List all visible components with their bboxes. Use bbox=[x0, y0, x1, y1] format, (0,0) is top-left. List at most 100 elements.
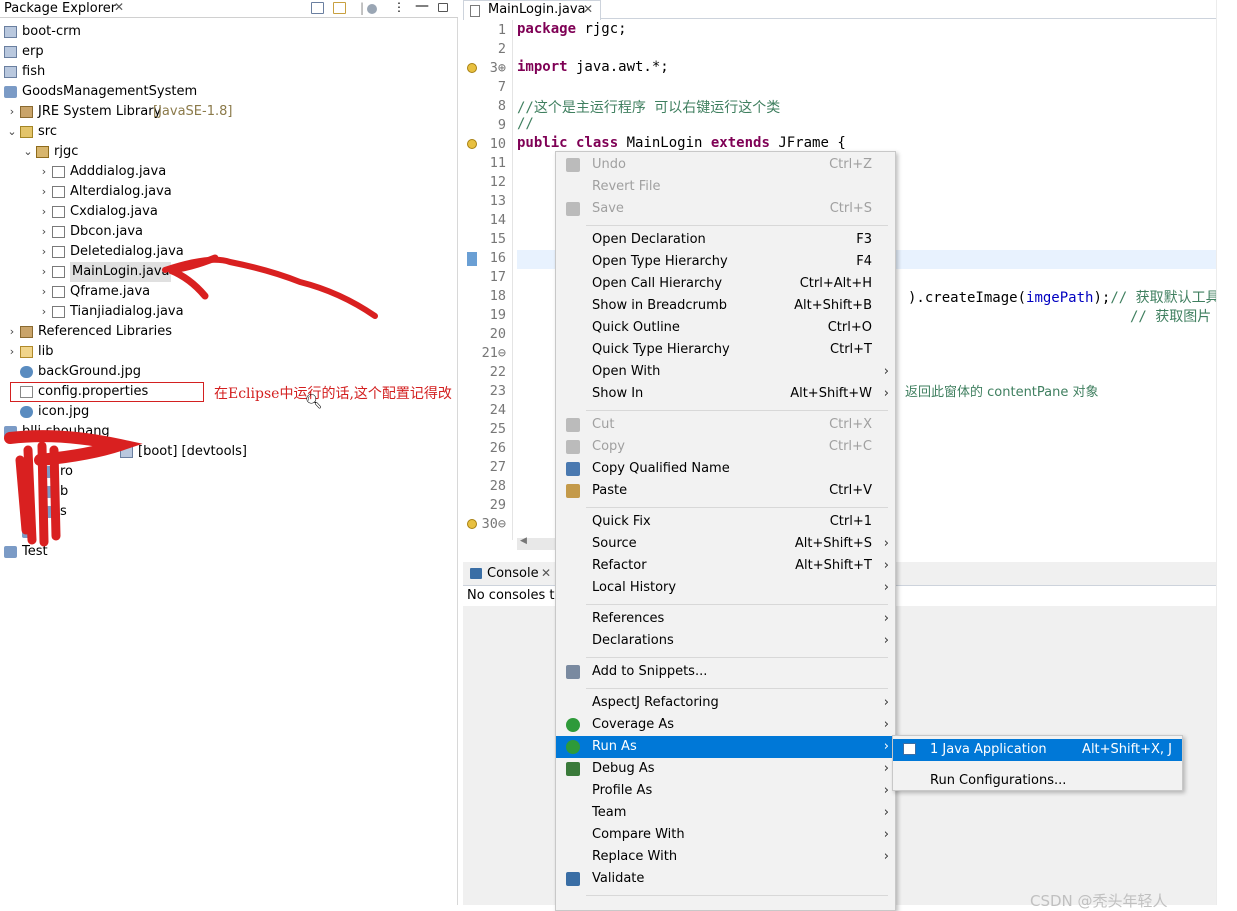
menu-item-copy-qualified-name[interactable]: Copy Qualified Name bbox=[556, 458, 895, 480]
menu-item-show-in-breadcrumb[interactable]: Show in Breadcrumb Alt+Shift+B bbox=[556, 295, 895, 317]
line-number: 19 bbox=[489, 307, 506, 323]
menu-item-compare-with[interactable]: Compare With › bbox=[556, 824, 895, 846]
editor-horizontal-scrollbar[interactable]: ◀ bbox=[517, 536, 557, 550]
menu-item-team[interactable]: Team › bbox=[556, 802, 895, 824]
menu-item-shortcut: Ctrl+T bbox=[830, 342, 872, 357]
code-line[interactable]: package rjgc; bbox=[517, 21, 627, 37]
menu-item-label: Save bbox=[592, 201, 624, 216]
menu-item-copy[interactable]: Copy Ctrl+C bbox=[556, 436, 895, 458]
line-number: 26 bbox=[489, 440, 506, 456]
menu-item-label: Compare With bbox=[592, 827, 685, 842]
validate-check-icon bbox=[566, 872, 580, 886]
console-tab-label[interactable]: Console bbox=[487, 566, 539, 581]
menu-item-revert-file[interactable]: Revert File bbox=[556, 176, 895, 198]
menu-item-label: Replace With bbox=[592, 849, 678, 864]
menu-separator bbox=[586, 657, 888, 658]
menu-item-source[interactable]: Source Alt+Shift+S › bbox=[556, 533, 895, 555]
editor-tab-close-icon[interactable]: ✕ bbox=[583, 2, 593, 16]
line-number: 17 bbox=[489, 269, 506, 285]
code-line[interactable]: // 获取图片 bbox=[1130, 306, 1211, 326]
menu-item-label: References bbox=[592, 611, 665, 626]
menu-item-open-type-hierarchy[interactable]: Open Type Hierarchy F4 bbox=[556, 251, 895, 273]
warning-marker-icon[interactable] bbox=[467, 519, 477, 529]
warning-marker-icon[interactable] bbox=[467, 139, 477, 149]
code-line[interactable]: public class MainLogin extends JFrame { bbox=[517, 135, 846, 151]
menu-item-references[interactable]: References › bbox=[556, 608, 895, 630]
code-line[interactable]: ).createImage(imgePath);// 获取默认工具包 bbox=[908, 287, 1234, 307]
line-number: 9 bbox=[497, 117, 506, 133]
menu-item-label: Profile As bbox=[592, 783, 653, 798]
menu-item-local-history[interactable]: Local History › bbox=[556, 577, 895, 599]
chevron-right-icon: › bbox=[883, 364, 889, 379]
code-line[interactable]: import java.awt.*; bbox=[517, 59, 669, 75]
console-icon bbox=[470, 568, 482, 579]
menu-item-quick-fix[interactable]: Quick Fix Ctrl+1 bbox=[556, 511, 895, 533]
warning-marker-icon[interactable] bbox=[467, 63, 477, 73]
submenu-item-run-configurations[interactable]: Run Configurations... bbox=[893, 770, 1182, 792]
watermark-text: CSDN @秃头年轻人 bbox=[1030, 892, 1168, 910]
code-token: imgePath bbox=[1026, 290, 1094, 306]
menu-item-open-call-hierarchy[interactable]: Open Call Hierarchy Ctrl+Alt+H bbox=[556, 273, 895, 295]
menu-item-show-in[interactable]: Show In Alt+Shift+W › bbox=[556, 383, 895, 405]
menu-item-save[interactable]: Save Ctrl+S bbox=[556, 198, 895, 220]
menu-item-shortcut: F4 bbox=[856, 254, 872, 269]
menu-item-debug-as[interactable]: Debug As › bbox=[556, 758, 895, 780]
menu-item-aspectj-refactoring[interactable]: AspectJ Refactoring › bbox=[556, 692, 895, 714]
copy-icon bbox=[566, 440, 580, 454]
submenu-item-label: Run Configurations... bbox=[930, 773, 1067, 788]
chevron-right-icon: › bbox=[883, 611, 889, 626]
context-menu: Undo Ctrl+Z Revert File Save Ctrl+S Open Decl… bbox=[555, 151, 896, 911]
code-token: 返回此窗体的 contentPane 对象 bbox=[905, 385, 1099, 400]
code-line[interactable]: 返回此窗体的 contentPane 对象 bbox=[905, 381, 1099, 400]
menu-item-shortcut: Ctrl+Z bbox=[829, 157, 872, 172]
menu-item-quick-outline[interactable]: Quick Outline Ctrl+O bbox=[556, 317, 895, 339]
submenu-item-1-java-application[interactable]: 1 Java Application Alt+Shift+X, J bbox=[893, 739, 1182, 761]
code-line[interactable]: // bbox=[517, 116, 534, 132]
menu-item-label: Local History bbox=[592, 580, 677, 595]
menu-item-cut[interactable]: Cut Ctrl+X bbox=[556, 414, 895, 436]
menu-item-replace-with[interactable]: Replace With › bbox=[556, 846, 895, 868]
menu-item-validate[interactable]: Validate bbox=[556, 868, 895, 890]
paste-icon bbox=[566, 484, 580, 498]
line-number: 11 bbox=[489, 155, 506, 171]
editor-tab-label: MainLogin.java bbox=[488, 2, 586, 17]
chevron-right-icon: › bbox=[883, 739, 889, 754]
menu-item-label: Copy Qualified Name bbox=[592, 461, 730, 476]
menu-item-shortcut: Alt+Shift+T bbox=[795, 558, 872, 573]
menu-item-undo[interactable]: Undo Ctrl+Z bbox=[556, 154, 895, 176]
menu-item-shortcut: Alt+Shift+S bbox=[794, 536, 872, 551]
menu-item-add-to-snippets[interactable]: Add to Snippets... bbox=[556, 661, 895, 683]
menu-item-label: Undo bbox=[592, 157, 626, 172]
menu-item-shortcut: Ctrl+C bbox=[828, 439, 872, 454]
right-side-panel bbox=[1216, 0, 1237, 905]
chevron-right-icon: › bbox=[883, 386, 889, 401]
menu-item-open-with[interactable]: Open With › bbox=[556, 361, 895, 383]
menu-item-declarations[interactable]: Declarations › bbox=[556, 630, 895, 652]
menu-item-label: Paste bbox=[592, 483, 628, 498]
submenu-item-label: 1 Java Application bbox=[930, 742, 1047, 757]
menu-item-coverage-as[interactable]: Coverage As › bbox=[556, 714, 895, 736]
menu-item-paste[interactable]: Paste Ctrl+V bbox=[556, 480, 895, 502]
code-token: // 获取图片 bbox=[1130, 309, 1212, 325]
editor-tab-mainlogin[interactable]: MainLogin.java ✕ bbox=[463, 0, 601, 20]
line-number: 29 bbox=[489, 497, 506, 513]
menu-item-label: Team bbox=[592, 805, 627, 820]
run-as-submenu: 1 Java Application Alt+Shift+X, J Run Conf… bbox=[892, 735, 1183, 791]
line-number: 1 bbox=[497, 22, 506, 38]
menu-item-label: Quick Outline bbox=[592, 320, 680, 335]
line-number: 15 bbox=[489, 231, 506, 247]
console-close-icon[interactable]: ✕ bbox=[541, 566, 551, 580]
menu-item-run-as[interactable]: Run As › bbox=[556, 736, 895, 758]
menu-item-label: Show in Breadcrumb bbox=[592, 298, 728, 313]
scroll-left-icon[interactable]: ◀ bbox=[520, 536, 527, 546]
menu-item-profile-as[interactable]: Profile As › bbox=[556, 780, 895, 802]
code-line[interactable]: //这个是主运行程序 可以右键运行这个类 bbox=[517, 97, 780, 117]
menu-item-refactor[interactable]: Refactor Alt+Shift+T › bbox=[556, 555, 895, 577]
menu-separator bbox=[586, 507, 888, 508]
menu-item-label: Cut bbox=[592, 417, 615, 432]
red-scribble-vertical bbox=[15, 441, 61, 547]
menu-item-open-declaration[interactable]: Open Declaration F3 bbox=[556, 229, 895, 251]
menu-item-quick-type-hierarchy[interactable]: Quick Type Hierarchy Ctrl+T bbox=[556, 339, 895, 361]
debug-icon bbox=[566, 762, 580, 776]
line-number: 23 bbox=[489, 383, 506, 399]
